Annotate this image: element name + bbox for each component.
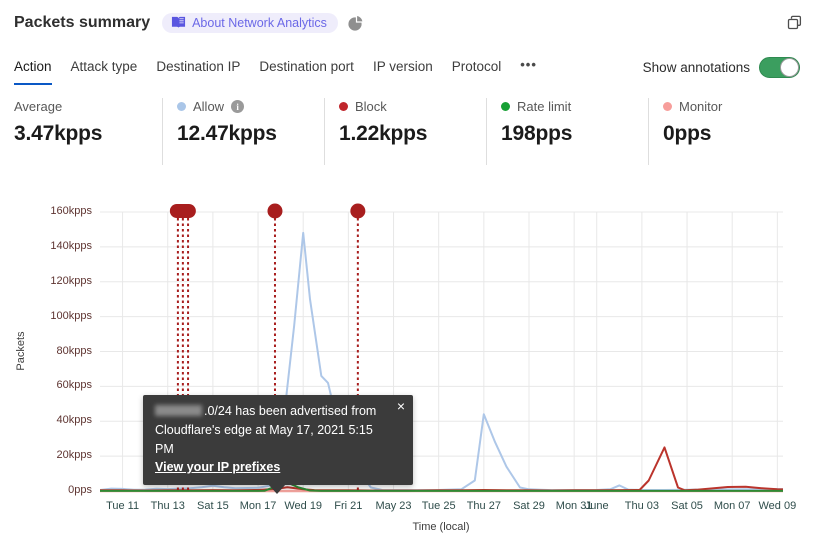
redacted-ip-prefix — [155, 405, 202, 416]
stat-label: Monitor — [679, 99, 723, 114]
tooltip-line-2: Cloudflare's edge at May 17, 2021 5:15 P… — [155, 422, 373, 456]
badge-label: About Network Analytics — [192, 15, 327, 30]
rate-limit-dot — [501, 102, 510, 111]
stat-label: Rate limit — [517, 99, 572, 114]
tab-destination-port[interactable]: Destination port — [259, 59, 354, 85]
tooltip-arrow — [268, 484, 286, 494]
monitor-dot — [663, 102, 672, 111]
toggle-knob — [780, 58, 799, 77]
stat-label: Average — [14, 99, 63, 114]
show-annotations-toggle[interactable] — [759, 57, 800, 78]
restore-window-icon[interactable] — [787, 15, 802, 30]
y-tick-label: 100kpps — [50, 309, 92, 322]
stat-label: Allow — [193, 99, 225, 114]
annotation-marker[interactable] — [350, 203, 366, 219]
x-tick-label: Wed 09 — [758, 500, 797, 512]
y-tick-label: 120kpps — [50, 274, 92, 287]
x-axis-title: Time (local) — [412, 521, 470, 533]
stat-rate-limit: Rate limit 198pps — [486, 98, 648, 165]
y-tick-label: 140kpps — [50, 239, 92, 252]
y-tick-label: 160kpps — [50, 205, 92, 217]
stat-value: 12.47kpps — [177, 122, 277, 145]
tab-protocol[interactable]: Protocol — [452, 59, 502, 85]
filter-tabbar: Action Attack type Destination IP Destinati… — [0, 45, 816, 85]
y-tick-label: 20kpps — [56, 449, 92, 462]
book-icon — [172, 16, 186, 28]
stat-allow: Allow i 12.47kpps — [162, 98, 324, 165]
y-tick-label: 40kpps — [56, 414, 92, 427]
stat-value: 198pps — [501, 122, 573, 145]
info-icon[interactable]: i — [231, 100, 245, 113]
stats-row: Average 3.47kpps Allow i 12.47kpps Block 1.22k… — [0, 85, 816, 165]
stat-average: Average 3.47kpps — [0, 98, 162, 165]
stat-label: Block — [355, 99, 387, 114]
tab-destination-ip[interactable]: Destination IP — [156, 59, 240, 85]
tabs-more-button[interactable]: ••• — [520, 57, 537, 85]
allow-dot — [177, 102, 186, 111]
tab-attack-type[interactable]: Attack type — [71, 59, 138, 85]
show-annotations-label: Show annotations — [642, 60, 750, 75]
about-network-analytics-badge[interactable]: About Network Analytics — [162, 12, 338, 33]
show-annotations-group: Show annotations — [643, 57, 800, 85]
header: Packets summary About Network Analytics — [0, 0, 816, 45]
page-title: Packets summary — [14, 13, 151, 31]
y-tick-label: 0pps — [68, 484, 92, 496]
annotation-marker[interactable] — [267, 203, 283, 219]
tab-action[interactable]: Action — [14, 59, 52, 85]
pie-chart-icon[interactable] — [347, 14, 363, 31]
y-tick-label: 60kpps — [56, 379, 92, 392]
view-ip-prefixes-link[interactable]: View your IP prefixes — [155, 460, 280, 474]
tab-ip-version[interactable]: IP version — [373, 59, 433, 85]
tooltip-line-1: .0/24 has been advertised from — [155, 402, 389, 421]
y-tick-label: 80kpps — [56, 344, 92, 357]
annotation-marker-cluster[interactable] — [169, 204, 196, 218]
stat-value: 1.22kpps — [339, 122, 428, 145]
y-axis-title: Packets — [15, 331, 27, 371]
tooltip-close-icon[interactable]: × — [397, 398, 405, 415]
stat-value: 0pps — [663, 122, 712, 145]
stat-value: 3.47kpps — [14, 122, 103, 145]
annotation-tooltip: × .0/24 has been advertised from Cloudfl… — [143, 395, 413, 494]
stat-block: Block 1.22kpps — [324, 98, 486, 165]
chart-area: Packets Time (local) × .0/24 has been ad… — [0, 165, 816, 545]
block-dot — [339, 102, 348, 111]
stat-monitor: Monitor 0pps — [648, 98, 810, 165]
